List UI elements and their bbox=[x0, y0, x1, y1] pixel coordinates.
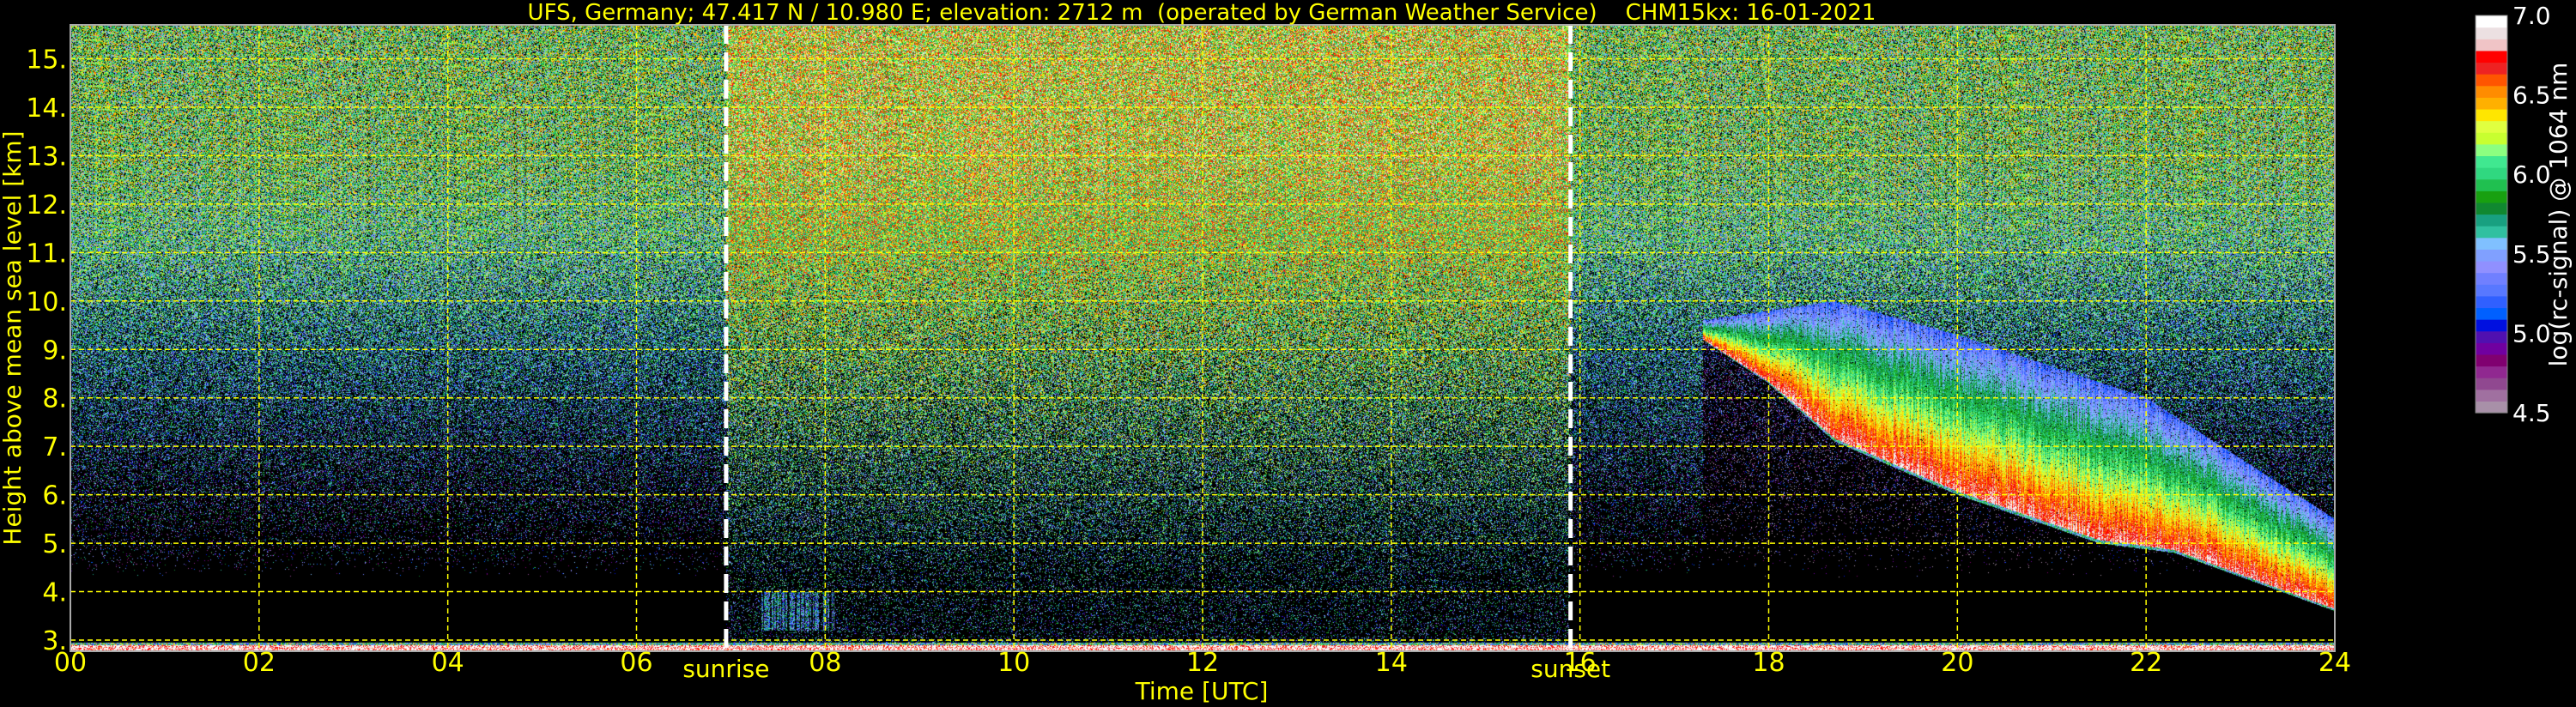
colorbar-swatch bbox=[2476, 27, 2507, 39]
x-axis-label: Time [UTC] bbox=[1135, 677, 1269, 705]
x-tick-label: 10 bbox=[997, 648, 1030, 678]
grid bbox=[70, 25, 2336, 651]
colorbar-swatch bbox=[2476, 354, 2507, 367]
y-tick-label: 10. bbox=[26, 287, 67, 317]
colorbar-swatch bbox=[2476, 284, 2507, 297]
y-tick-label: 12. bbox=[26, 190, 67, 221]
x-axis: 00 02 04 06 08 10 12 14 16 18 20 22 24 bbox=[54, 648, 2351, 678]
colorbar-swatch bbox=[2476, 249, 2507, 262]
y-tick-label: 9. bbox=[42, 335, 67, 366]
y-axis-label: Height above mean sea level [km] bbox=[0, 130, 27, 545]
colorbar-swatch bbox=[2476, 295, 2507, 309]
colorbar-swatch bbox=[2476, 62, 2507, 75]
colorbar-swatch bbox=[2476, 272, 2507, 285]
colorbar-label: log(rc-signal) @ 1064 nm bbox=[2544, 63, 2573, 367]
colorbar-swatch bbox=[2476, 178, 2507, 191]
x-tick-label: 06 bbox=[620, 648, 652, 678]
y-tick-label: 15. bbox=[26, 45, 67, 76]
colorbar-swatch bbox=[2476, 319, 2507, 332]
colorbar-swatch bbox=[2476, 108, 2507, 122]
colorbar-swatch bbox=[2476, 39, 2507, 51]
colorbar-swatch bbox=[2476, 97, 2507, 110]
x-tick-label: 14 bbox=[1375, 648, 1408, 678]
colorbar-swatch bbox=[2476, 378, 2507, 390]
chart-overlay: sunrise sunset 00 02 04 06 08 10 12 14 16 18 20 22 24… bbox=[0, 0, 2573, 705]
x-tick-label: 24 bbox=[2318, 648, 2351, 678]
x-tick-label: 22 bbox=[2130, 648, 2162, 678]
colorbar-swatch bbox=[2476, 307, 2507, 320]
x-tick-label: 08 bbox=[809, 648, 841, 678]
chart-title: UFS, Germany; 47.417 N / 10.980 E; eleva… bbox=[528, 0, 1876, 26]
y-tick-label: 5. bbox=[42, 529, 67, 559]
y-tick-label: 14. bbox=[26, 94, 67, 124]
colorbar-swatch bbox=[2476, 389, 2507, 402]
sun-markers: sunrise sunset bbox=[682, 25, 1610, 683]
colorbar-swatch bbox=[2476, 15, 2507, 28]
sunrise-label: sunrise bbox=[682, 655, 769, 683]
colorbar-swatch bbox=[2476, 120, 2507, 133]
colorbar-swatch bbox=[2476, 202, 2507, 215]
y-tick-label: 11. bbox=[26, 239, 67, 269]
x-tick-label: 04 bbox=[432, 648, 464, 678]
y-tick-label: 4. bbox=[42, 578, 67, 608]
colorbar-swatch bbox=[2476, 260, 2507, 274]
colorbar-swatch bbox=[2476, 226, 2507, 239]
colorbar-swatch bbox=[2476, 50, 2507, 63]
colorbar-swatch bbox=[2476, 237, 2507, 250]
colorbar-swatch bbox=[2476, 143, 2507, 157]
x-tick-label: 20 bbox=[1941, 648, 1973, 678]
x-tick-label: 18 bbox=[1752, 648, 1785, 678]
x-tick-label: 02 bbox=[243, 648, 276, 678]
x-tick-label: 12 bbox=[1186, 648, 1219, 678]
colorbar: 4.55.05.56.06.57.0 bbox=[2475, 2, 2551, 427]
y-tick-label: 13. bbox=[26, 142, 67, 172]
y-tick-label: 8. bbox=[42, 384, 67, 414]
colorbar-swatch bbox=[2476, 190, 2507, 203]
colorbar-tick-label: 4.5 bbox=[2512, 399, 2551, 427]
x-tick-label: 16 bbox=[1564, 648, 1597, 678]
colorbar-swatch bbox=[2476, 85, 2507, 98]
colorbar-swatch bbox=[2476, 342, 2507, 355]
colorbar-swatch bbox=[2476, 366, 2507, 378]
colorbar-swatch bbox=[2476, 214, 2507, 227]
colorbar-swatch bbox=[2476, 167, 2507, 180]
y-axis: 3. 4. 5. 6. 7. 8. 9. 10. 11. 12. 13. 14. 15. bbox=[26, 45, 67, 656]
y-tick-label: 6. bbox=[42, 481, 67, 511]
colorbar-swatch bbox=[2476, 74, 2507, 87]
colorbar-swatch bbox=[2476, 132, 2507, 145]
colorbar-swatch bbox=[2476, 401, 2507, 414]
colorbar-swatch bbox=[2476, 330, 2507, 343]
y-tick-label: 7. bbox=[42, 432, 67, 462]
colorbar-swatch bbox=[2476, 155, 2507, 168]
colorbar-tick-label: 7.0 bbox=[2512, 2, 2551, 30]
y-tick-label: 3. bbox=[42, 626, 67, 656]
